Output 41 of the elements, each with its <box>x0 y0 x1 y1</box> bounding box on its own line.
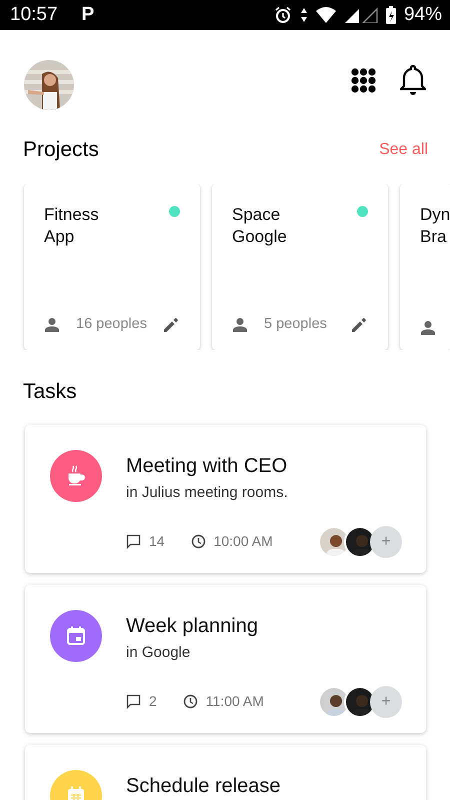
task-card[interactable]: Meeting with CEO in Julius meeting rooms. 14 10:00 AM + <box>25 425 426 573</box>
people-count: 16 peoples <box>76 314 147 334</box>
people-count: 5 peoples <box>264 314 327 334</box>
battery-level: 94% <box>404 2 442 27</box>
data-arrows-icon <box>300 7 308 23</box>
battery-icon <box>386 6 396 24</box>
edit-icon[interactable] <box>162 316 180 334</box>
person-icon <box>420 320 436 336</box>
project-card[interactable]: Fitness App 16 peoples <box>24 184 200 350</box>
task-time: 10:00 AM <box>214 532 273 551</box>
task-title: Schedule release <box>126 774 282 798</box>
task-title: Week planning <box>126 614 259 638</box>
task-time: 11:00 AM <box>206 692 264 711</box>
signal-icon <box>344 7 378 23</box>
clock-icon <box>182 694 198 709</box>
comment-icon <box>126 534 141 549</box>
task-card[interactable]: Week planning in Google 2 11:00 AM + <box>25 585 426 733</box>
project-title: Space Google <box>232 204 287 248</box>
person-icon <box>44 316 60 333</box>
section-title: Projects <box>23 137 99 163</box>
project-card[interactable]: Space Google 5 peoples <box>212 184 388 350</box>
task-card[interactable]: Schedule release <box>25 745 426 800</box>
task-location: in Google <box>126 643 192 663</box>
task-location: in Julius meeting rooms. <box>126 483 289 503</box>
task-title: Meeting with CEO <box>126 454 288 478</box>
apps-grid-icon[interactable] <box>351 68 376 92</box>
person-icon <box>232 316 248 333</box>
comment-count: 14 <box>149 532 165 551</box>
project-title: Fitness App <box>44 204 99 248</box>
project-title: Dyn Bra <box>420 204 450 248</box>
clock-icon <box>190 534 206 549</box>
section-title: Tasks <box>22 378 78 404</box>
comment-icon <box>126 694 141 709</box>
alarm-icon <box>274 6 292 24</box>
wifi-icon <box>316 7 336 23</box>
status-time: 10:57 <box>10 2 58 27</box>
project-card[interactable]: Dyn Bra <box>400 184 450 350</box>
notifications-icon[interactable] <box>400 64 426 96</box>
notification-icon: P <box>82 0 94 30</box>
edit-icon[interactable] <box>350 316 368 334</box>
comment-count: 2 <box>149 692 157 711</box>
